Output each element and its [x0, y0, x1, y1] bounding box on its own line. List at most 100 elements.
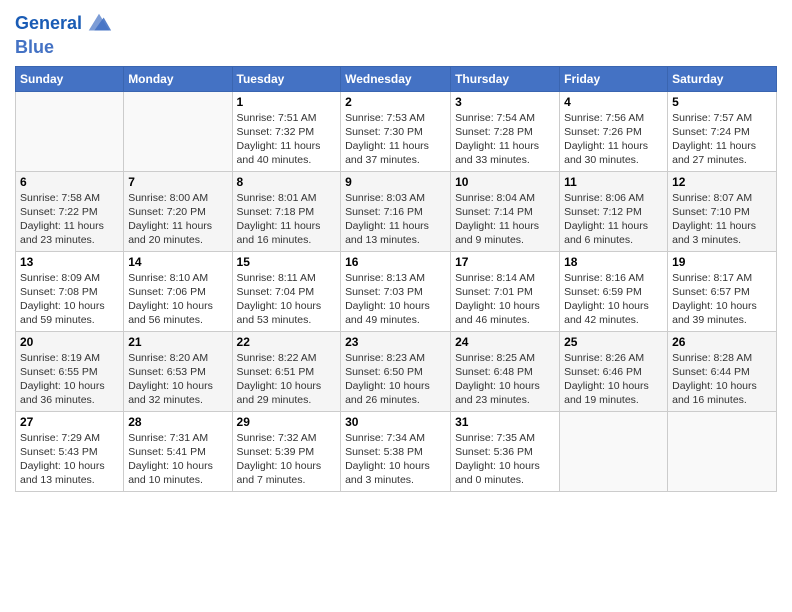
day-info: Sunrise: 8:03 AMSunset: 7:16 PMDaylight:… — [345, 191, 446, 248]
calendar-cell: 2 Sunrise: 7:53 AMSunset: 7:30 PMDaylight… — [341, 91, 451, 171]
day-number: 12 — [672, 175, 772, 189]
day-number: 10 — [455, 175, 555, 189]
calendar-week-3: 13 Sunrise: 8:09 AMSunset: 7:08 PMDayligh… — [16, 251, 777, 331]
day-info: Sunrise: 8:10 AMSunset: 7:06 PMDaylight:… — [128, 271, 227, 328]
calendar-cell: 1 Sunrise: 7:51 AMSunset: 7:32 PMDaylight… — [232, 91, 341, 171]
calendar-cell: 12 Sunrise: 8:07 AMSunset: 7:10 PMDayligh… — [668, 171, 777, 251]
calendar-cell: 4 Sunrise: 7:56 AMSunset: 7:26 PMDaylight… — [560, 91, 668, 171]
day-info: Sunrise: 7:57 AMSunset: 7:24 PMDaylight:… — [672, 111, 772, 168]
calendar-cell: 15 Sunrise: 8:11 AMSunset: 7:04 PMDayligh… — [232, 251, 341, 331]
day-info: Sunrise: 8:06 AMSunset: 7:12 PMDaylight:… — [564, 191, 663, 248]
weekday-header-monday: Monday — [124, 66, 232, 91]
calendar-cell: 20Sunrise: 8:19 AMSunset: 6:55 PMDayligh… — [16, 331, 124, 411]
day-info: Sunrise: 8:17 AMSunset: 6:57 PMDaylight:… — [672, 271, 772, 328]
calendar-cell: 17 Sunrise: 8:14 AMSunset: 7:01 PMDayligh… — [451, 251, 560, 331]
day-info: Sunrise: 8:26 AMSunset: 6:46 PMDaylight:… — [564, 351, 663, 408]
calendar-cell: 8Sunrise: 8:01 AMSunset: 7:18 PMDaylight… — [232, 171, 341, 251]
day-number: 2 — [345, 95, 446, 109]
day-number: 15 — [237, 255, 337, 269]
day-number: 4 — [564, 95, 663, 109]
day-info: Sunrise: 8:09 AMSunset: 7:08 PMDaylight:… — [20, 271, 119, 328]
calendar-cell: 31 Sunrise: 7:35 AMSunset: 5:36 PMDayligh… — [451, 411, 560, 491]
day-info: Sunrise: 7:35 AMSunset: 5:36 PMDaylight:… — [455, 431, 555, 488]
day-info: Sunrise: 8:07 AMSunset: 7:10 PMDaylight:… — [672, 191, 772, 248]
day-number: 30 — [345, 415, 446, 429]
weekday-header-thursday: Thursday — [451, 66, 560, 91]
calendar-cell: 14 Sunrise: 8:10 AMSunset: 7:06 PMDayligh… — [124, 251, 232, 331]
calendar-cell: 9 Sunrise: 8:03 AMSunset: 7:16 PMDaylight… — [341, 171, 451, 251]
calendar-cell: 16 Sunrise: 8:13 AMSunset: 7:03 PMDayligh… — [341, 251, 451, 331]
calendar-cell — [124, 91, 232, 171]
weekday-header-wednesday: Wednesday — [341, 66, 451, 91]
day-info: Sunrise: 7:53 AMSunset: 7:30 PMDaylight:… — [345, 111, 446, 168]
day-number: 25 — [564, 335, 663, 349]
day-number: 31 — [455, 415, 555, 429]
day-info: Sunrise: 8:13 AMSunset: 7:03 PMDaylight:… — [345, 271, 446, 328]
day-number: 1 — [237, 95, 337, 109]
calendar-week-5: 27 Sunrise: 7:29 AMSunset: 5:43 PMDayligh… — [16, 411, 777, 491]
day-info: Sunrise: 7:51 AMSunset: 7:32 PMDaylight:… — [237, 111, 337, 168]
calendar-cell — [560, 411, 668, 491]
day-info: Sunrise: 7:32 AMSunset: 5:39 PMDaylight:… — [237, 431, 337, 488]
logo-icon — [85, 10, 113, 38]
calendar-table: SundayMondayTuesdayWednesdayThursdayFrid… — [15, 66, 777, 492]
day-number: 17 — [455, 255, 555, 269]
calendar-cell: 10Sunrise: 8:04 AMSunset: 7:14 PMDayligh… — [451, 171, 560, 251]
calendar-cell: 23Sunrise: 8:23 AMSunset: 6:50 PMDayligh… — [341, 331, 451, 411]
day-info: Sunrise: 7:54 AMSunset: 7:28 PMDaylight:… — [455, 111, 555, 168]
day-number: 16 — [345, 255, 446, 269]
calendar-cell: 26 Sunrise: 8:28 AMSunset: 6:44 PMDayligh… — [668, 331, 777, 411]
calendar-cell: 25 Sunrise: 8:26 AMSunset: 6:46 PMDayligh… — [560, 331, 668, 411]
day-number: 28 — [128, 415, 227, 429]
day-number: 14 — [128, 255, 227, 269]
weekday-header-sunday: Sunday — [16, 66, 124, 91]
day-number: 22 — [237, 335, 337, 349]
day-number: 3 — [455, 95, 555, 109]
logo: General Blue — [15, 10, 113, 58]
day-info: Sunrise: 8:19 AMSunset: 6:55 PMDaylight:… — [20, 351, 119, 408]
day-number: 18 — [564, 255, 663, 269]
calendar-week-2: 6Sunrise: 7:58 AMSunset: 7:22 PMDaylight… — [16, 171, 777, 251]
calendar-cell — [668, 411, 777, 491]
day-number: 24 — [455, 335, 555, 349]
day-number: 27 — [20, 415, 119, 429]
day-info: Sunrise: 7:34 AMSunset: 5:38 PMDaylight:… — [345, 431, 446, 488]
day-number: 7 — [128, 175, 227, 189]
day-number: 26 — [672, 335, 772, 349]
day-number: 9 — [345, 175, 446, 189]
weekday-header-tuesday: Tuesday — [232, 66, 341, 91]
day-number: 13 — [20, 255, 119, 269]
calendar-cell: 21 Sunrise: 8:20 AMSunset: 6:53 PMDayligh… — [124, 331, 232, 411]
calendar-week-1: 1 Sunrise: 7:51 AMSunset: 7:32 PMDaylight… — [16, 91, 777, 171]
weekday-header-saturday: Saturday — [668, 66, 777, 91]
calendar-cell: 19Sunrise: 8:17 AMSunset: 6:57 PMDayligh… — [668, 251, 777, 331]
day-number: 6 — [20, 175, 119, 189]
day-number: 21 — [128, 335, 227, 349]
day-info: Sunrise: 8:25 AMSunset: 6:48 PMDaylight:… — [455, 351, 555, 408]
calendar-cell: 5Sunrise: 7:57 AMSunset: 7:24 PMDaylight… — [668, 91, 777, 171]
day-number: 11 — [564, 175, 663, 189]
calendar-cell: 7 Sunrise: 8:00 AMSunset: 7:20 PMDaylight… — [124, 171, 232, 251]
day-info: Sunrise: 8:11 AMSunset: 7:04 PMDaylight:… — [237, 271, 337, 328]
day-info: Sunrise: 8:22 AMSunset: 6:51 PMDaylight:… — [237, 351, 337, 408]
calendar-cell: 24 Sunrise: 8:25 AMSunset: 6:48 PMDayligh… — [451, 331, 560, 411]
day-info: Sunrise: 8:14 AMSunset: 7:01 PMDaylight:… — [455, 271, 555, 328]
day-info: Sunrise: 8:28 AMSunset: 6:44 PMDaylight:… — [672, 351, 772, 408]
weekday-header-friday: Friday — [560, 66, 668, 91]
calendar-cell: 22 Sunrise: 8:22 AMSunset: 6:51 PMDayligh… — [232, 331, 341, 411]
calendar-cell: 29Sunrise: 7:32 AMSunset: 5:39 PMDayligh… — [232, 411, 341, 491]
day-info: Sunrise: 8:23 AMSunset: 6:50 PMDaylight:… — [345, 351, 446, 408]
day-info: Sunrise: 8:00 AMSunset: 7:20 PMDaylight:… — [128, 191, 227, 248]
calendar-cell: 3 Sunrise: 7:54 AMSunset: 7:28 PMDaylight… — [451, 91, 560, 171]
calendar-cell: 27 Sunrise: 7:29 AMSunset: 5:43 PMDayligh… — [16, 411, 124, 491]
calendar-cell — [16, 91, 124, 171]
logo-blue-text: Blue — [15, 38, 54, 58]
page-header: General Blue — [15, 10, 777, 58]
day-info: Sunrise: 8:20 AMSunset: 6:53 PMDaylight:… — [128, 351, 227, 408]
calendar-cell: 6Sunrise: 7:58 AMSunset: 7:22 PMDaylight… — [16, 171, 124, 251]
day-info: Sunrise: 7:31 AMSunset: 5:41 PMDaylight:… — [128, 431, 227, 488]
logo-text: General — [15, 14, 82, 34]
calendar-cell: 13 Sunrise: 8:09 AMSunset: 7:08 PMDayligh… — [16, 251, 124, 331]
day-info: Sunrise: 7:56 AMSunset: 7:26 PMDaylight:… — [564, 111, 663, 168]
day-info: Sunrise: 7:29 AMSunset: 5:43 PMDaylight:… — [20, 431, 119, 488]
